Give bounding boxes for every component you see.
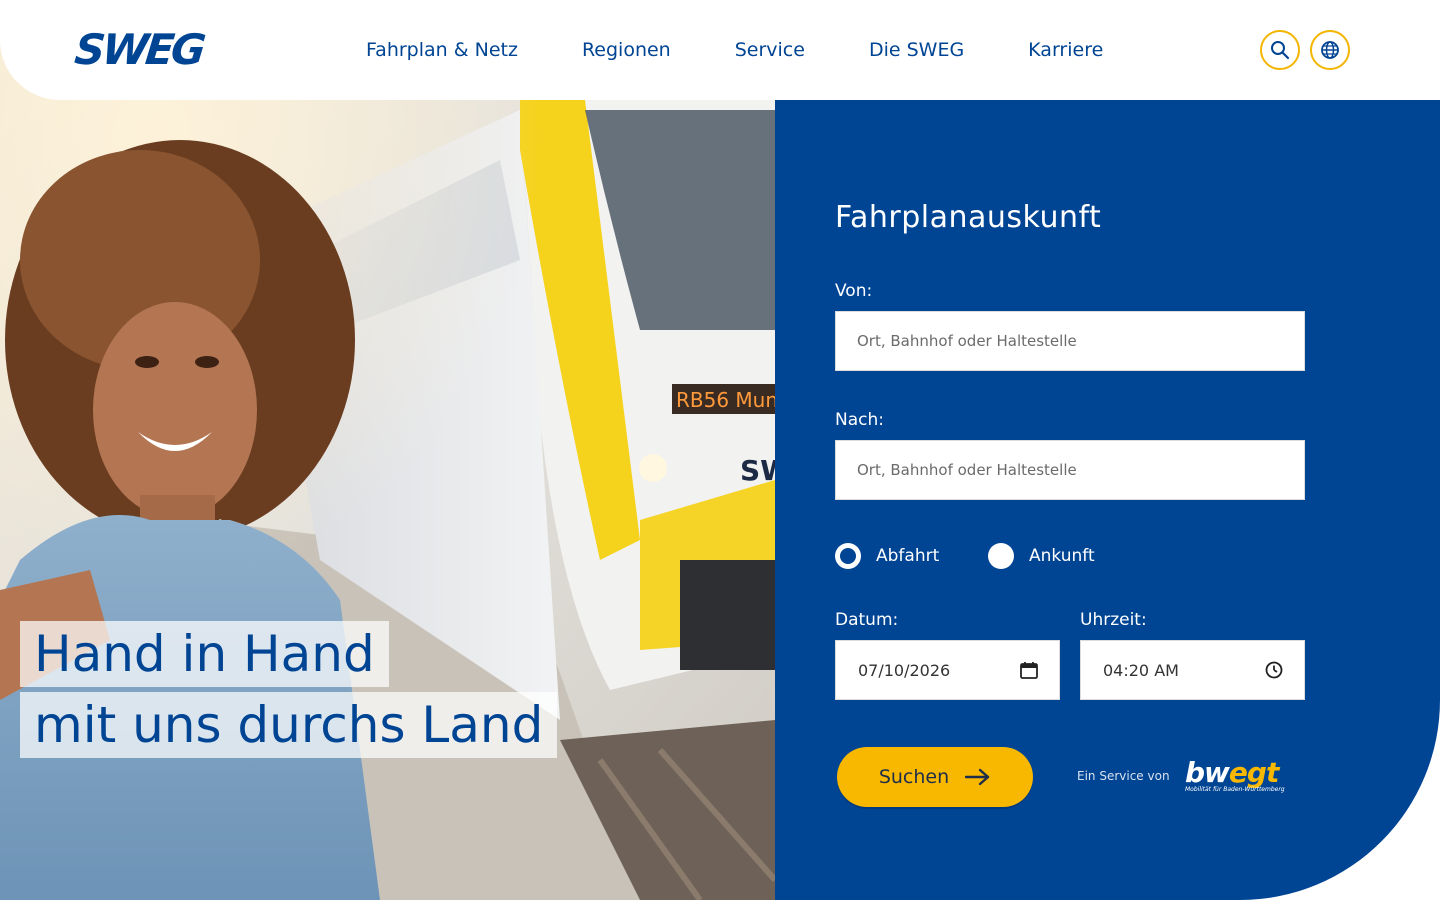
journey-planner-panel: Fahrplanauskunft Von: Nach: Abfahrt Anku… — [775, 100, 1440, 900]
hero-image: RB56 Mun SW Hand in Hand mit uns durchs … — [0, 0, 775, 900]
hero-headline-line2: mit uns durchs Land — [20, 692, 558, 758]
main-navigation: Fahrplan & Netz Regionen Service Die SWE… — [366, 37, 1103, 63]
to-label: Nach: — [835, 410, 884, 430]
date-label: Datum: — [835, 610, 899, 630]
calendar-icon[interactable] — [1019, 660, 1039, 680]
bwegt-logo[interactable]: bwegt Mobilität für Baden-Württemberg — [1185, 756, 1285, 794]
radio-departure-label: Abfahrt — [876, 546, 940, 566]
time-input[interactable]: 04:20 AM — [1080, 640, 1305, 700]
nav-item-karriere[interactable]: Karriere — [1028, 37, 1103, 63]
service-note: Ein Service von — [1077, 769, 1170, 783]
search-icon — [1271, 41, 1290, 60]
site-header: SWEG Fahrplan & Netz Regionen Service Di… — [0, 0, 1440, 100]
radio-arrival-dot[interactable] — [988, 543, 1014, 569]
radio-departure[interactable]: Abfahrt — [835, 543, 939, 569]
bwegt-logo-bw: bw — [1185, 756, 1230, 789]
to-input[interactable] — [835, 440, 1305, 500]
nav-item-fahrplan-netz[interactable]: Fahrplan & Netz — [366, 37, 518, 63]
globe-icon — [1321, 41, 1339, 59]
hero-headline: Hand in Hand mit uns durchs Land — [20, 621, 558, 763]
time-label: Uhrzeit: — [1080, 610, 1147, 630]
from-input[interactable] — [835, 311, 1305, 371]
search-button-label: Suchen — [878, 766, 950, 788]
hero-headline-line1: Hand in Hand — [20, 621, 389, 687]
nav-item-service[interactable]: Service — [735, 37, 805, 63]
clock-icon[interactable] — [1264, 660, 1284, 680]
radio-departure-dot[interactable] — [835, 543, 861, 569]
hero-photo-illustration: RB56 Mun SW — [0, 0, 775, 900]
radio-arrival[interactable]: Ankunft — [988, 543, 1095, 569]
from-label: Von: — [835, 281, 873, 301]
radio-arrival-label: Ankunft — [1029, 546, 1095, 566]
nav-item-die-sweg[interactable]: Die SWEG — [869, 37, 964, 63]
sweg-logo[interactable]: SWEG — [72, 25, 205, 74]
arrow-right-icon — [965, 768, 990, 786]
search-submit-button[interactable]: Suchen — [837, 747, 1033, 807]
date-input[interactable]: 07/10/2026 — [835, 640, 1060, 700]
time-value: 04:20 AM — [1103, 660, 1179, 680]
bwegt-logo-subtitle: Mobilität für Baden-Württemberg — [1185, 786, 1285, 793]
bwegt-logo-egt: egt — [1228, 756, 1279, 789]
search-button[interactable] — [1260, 30, 1300, 70]
nav-item-regionen[interactable]: Regionen — [582, 37, 671, 63]
language-button[interactable] — [1310, 30, 1350, 70]
journey-planner-title: Fahrplanauskunft — [835, 200, 1102, 235]
date-value: 07/10/2026 — [858, 660, 951, 680]
